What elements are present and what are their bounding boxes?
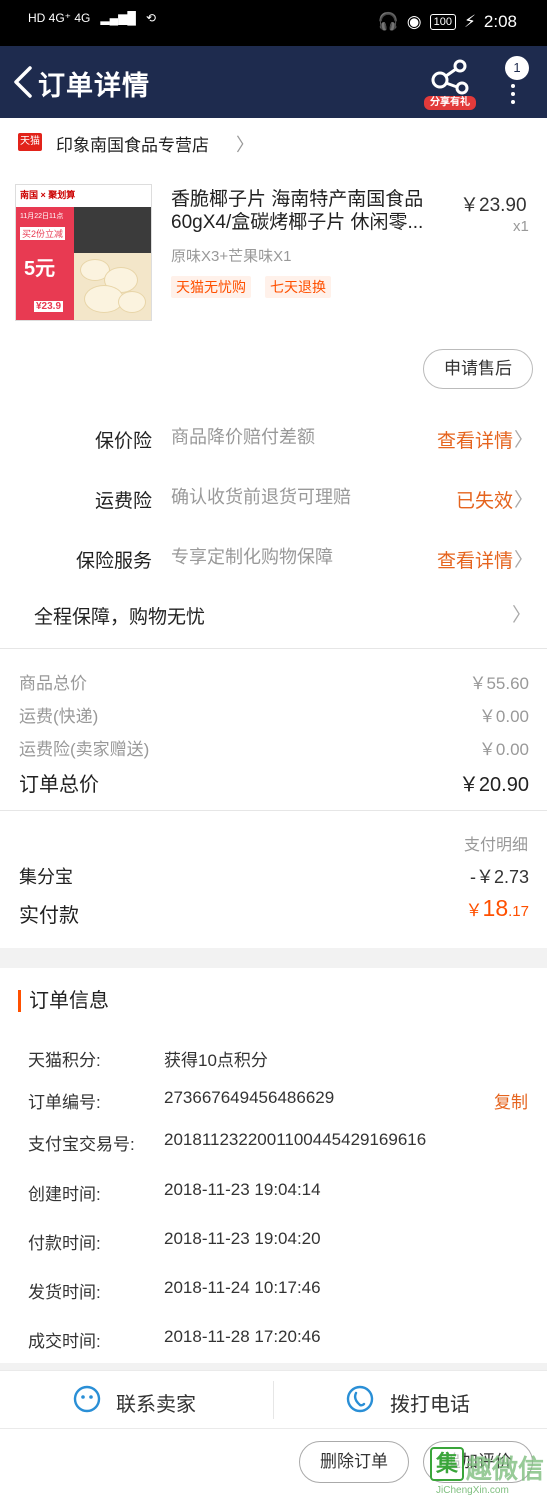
signal-text: HD 4G⁺ 4G [28, 11, 91, 25]
battery-icon: 100 [429, 14, 456, 30]
tag-tmall-worryfree: 天猫无忧购 [171, 276, 251, 298]
share-button[interactable]: 分享有礼 [424, 58, 476, 110]
jifenbao-value: -￥2.73 [469, 867, 529, 887]
order-total-row: 订单总价 ￥20.90 [19, 768, 529, 797]
more-dots-icon [511, 84, 515, 108]
view-details-link[interactable]: 查看详情 [437, 426, 513, 453]
insurance-desc: 专享定制化购物保障 [171, 547, 333, 567]
contact-seller-label: 联系卖家 [116, 1394, 196, 1416]
info-row-shipped: 发货时间: 2018-11-24 10:17:46 [28, 1278, 321, 1302]
order-info-section: 订单信息 天猫积分: 获得10点积分 订单编号: 27366764945648662… [0, 968, 547, 1363]
summary-value: ￥0.00 [478, 707, 529, 726]
thumb-food-image [74, 207, 151, 320]
insurance-label: 保险服务 [75, 551, 152, 572]
summary-label: 商品总价 [19, 674, 87, 693]
info-row-paid: 付款时间: 2018-11-23 19:04:20 [28, 1229, 321, 1253]
insurance-label: 保价险 [94, 431, 152, 452]
jifenbao-row: 集分宝 -￥2.73 [19, 863, 529, 889]
chevron-right-icon: 〉 [514, 490, 534, 511]
call-phone-label: 拨打电话 [390, 1394, 470, 1416]
thumb-promo: 11月22日11点 买2份立减 5元 ¥23.9 [16, 207, 76, 320]
watermark-logo: 集 趣微信 JiChengXin.com [430, 1447, 547, 1500]
signal-bars-icon: ▂▄▆█ [100, 11, 136, 25]
chat-bubble-icon [73, 1385, 101, 1413]
charging-icon: ⚡ [463, 12, 476, 31]
info-row-alipay-number: 支付宝交易号: 2018112322001100445429169616 [28, 1130, 427, 1154]
more-menu-button[interactable]: 1 [500, 56, 530, 110]
paid-amount: ￥18.17 [465, 895, 529, 921]
product-sku: 原味X3+芒果味X1 [171, 248, 292, 265]
share-label: 分享有礼 [424, 96, 476, 110]
summary-value: ￥0.00 [478, 740, 529, 759]
summary-label: 运费(快递) [19, 707, 99, 726]
back-arrow-icon[interactable] [10, 64, 38, 100]
product-price: ￥23.90 [460, 195, 527, 216]
tag-seven-day-return: 七天退换 [265, 276, 331, 298]
product-quantity: x1 [513, 218, 529, 235]
insurance-desc: 确认收货前退货可理赔 [171, 487, 351, 507]
call-phone-button[interactable]: 拨打电话 [274, 1371, 547, 1429]
view-details-link[interactable]: 查看详情 [437, 546, 513, 573]
message-badge: 1 [505, 56, 529, 80]
clock: 2:08 [483, 12, 517, 31]
insurance-row-shipping[interactable]: 运费险 确认收货前退货可理赔 已失效 〉 [0, 478, 547, 534]
phone-icon [346, 1385, 374, 1413]
info-row-order-number: 订单编号: 273667649456486629 复制 [28, 1088, 528, 1113]
summary-row-shipping-insurance: 运费险(卖家赠送) ￥0.00 [19, 735, 529, 760]
share-icon [431, 59, 469, 95]
thumb-brand: 南国 × 聚划算 [20, 190, 76, 200]
navbar: 订单详情 分享有礼 1 [0, 46, 547, 118]
bottom-action-bar: 删除订单 追加评价 集 趣微信 JiChengXin.com [0, 1428, 547, 1500]
full-guarantee-row[interactable]: 全程保障，购物无忧 [34, 602, 205, 629]
info-row-points: 天猫积分: 获得10点积分 [28, 1051, 268, 1070]
copy-button[interactable]: 复制 [494, 1088, 528, 1113]
signal-indicators: HD 4G⁺ 4G ▂▄▆█ ⟲ [28, 11, 156, 25]
tmall-logo: 天猫 [18, 133, 42, 151]
summary-label: 运费险(卖家赠送) [19, 740, 150, 759]
store-row[interactable]: 天猫 印象南国食品专营店 〉 [0, 118, 547, 168]
paid-label: 实付款 [19, 905, 79, 927]
chevron-right-icon: 〉 [514, 430, 534, 451]
delete-order-button[interactable]: 删除订单 [299, 1441, 409, 1483]
insurance-desc: 商品降价赔付差额 [171, 427, 315, 447]
page-title: 订单详情 [38, 71, 150, 101]
total-value: ￥20.90 [458, 774, 529, 796]
summary-value: ￥55.60 [469, 674, 529, 693]
status-bar: HD 4G⁺ 4G ▂▄▆█ ⟲ 🎧 ◉ 100 ⚡ 2:08 [0, 0, 547, 46]
store-name[interactable]: 印象南国食品专营店 [56, 131, 209, 156]
insurance-row-price-protect[interactable]: 保价险 商品降价赔付差额 查看详情 〉 [0, 418, 547, 458]
insurance-row-service[interactable]: 保险服务 专享定制化购物保障 查看详情 〉 [0, 538, 547, 578]
headphone-icon: 🎧 [377, 12, 399, 31]
price-summary: 商品总价 ￥55.60 运费(快递) ￥0.00 运费险(卖家赠送) ￥0.00… [0, 648, 547, 810]
payment-detail-label[interactable]: 支付明细 [464, 831, 528, 855]
summary-row-shipping: 运费(快递) ￥0.00 [19, 702, 529, 727]
chevron-right-icon: 〉 [512, 605, 532, 626]
apply-aftersale-button[interactable]: 申请售后 [423, 349, 533, 389]
jifenbao-label: 集分宝 [19, 867, 73, 887]
contact-bar: 联系卖家 拨打电话 [0, 1370, 547, 1428]
expired-status[interactable]: 已失效 [456, 486, 513, 513]
chevron-right-icon: 〉 [236, 135, 254, 155]
summary-row-goods: 商品总价 ￥55.60 [19, 669, 529, 694]
product-thumbnail[interactable]: 南国 × 聚划算 11月22日11点 买2份立减 5元 ¥23.9 [15, 184, 152, 321]
status-right: 🎧 ◉ 100 ⚡ 2:08 [378, 12, 517, 32]
info-row-completed: 成交时间: 2018-11-28 17:20:46 [28, 1327, 321, 1351]
sync-icon: ⟲ [145, 11, 156, 25]
chevron-right-icon: 〉 [514, 550, 534, 571]
product-title[interactable]: 香脆椰子片 海南特产南国食品60gX4/盒碳烤椰子片 休闲零... [171, 188, 439, 234]
product-section: 南国 × 聚划算 11月22日11点 买2份立减 5元 ¥23.9 香脆椰子片 … [0, 168, 547, 648]
payment-section: 支付明细 集分宝 -￥2.73 实付款 ￥18.17 [0, 810, 547, 948]
eye-icon: ◉ [406, 12, 422, 31]
paid-row: 实付款 ￥18.17 [19, 895, 529, 928]
insurance-label: 运费险 [94, 491, 152, 512]
info-row-created: 创建时间: 2018-11-23 19:04:14 [28, 1180, 321, 1204]
total-label: 订单总价 [19, 774, 99, 796]
contact-seller-button[interactable]: 联系卖家 [0, 1371, 273, 1429]
order-info-heading: 订单信息 [18, 990, 109, 1012]
